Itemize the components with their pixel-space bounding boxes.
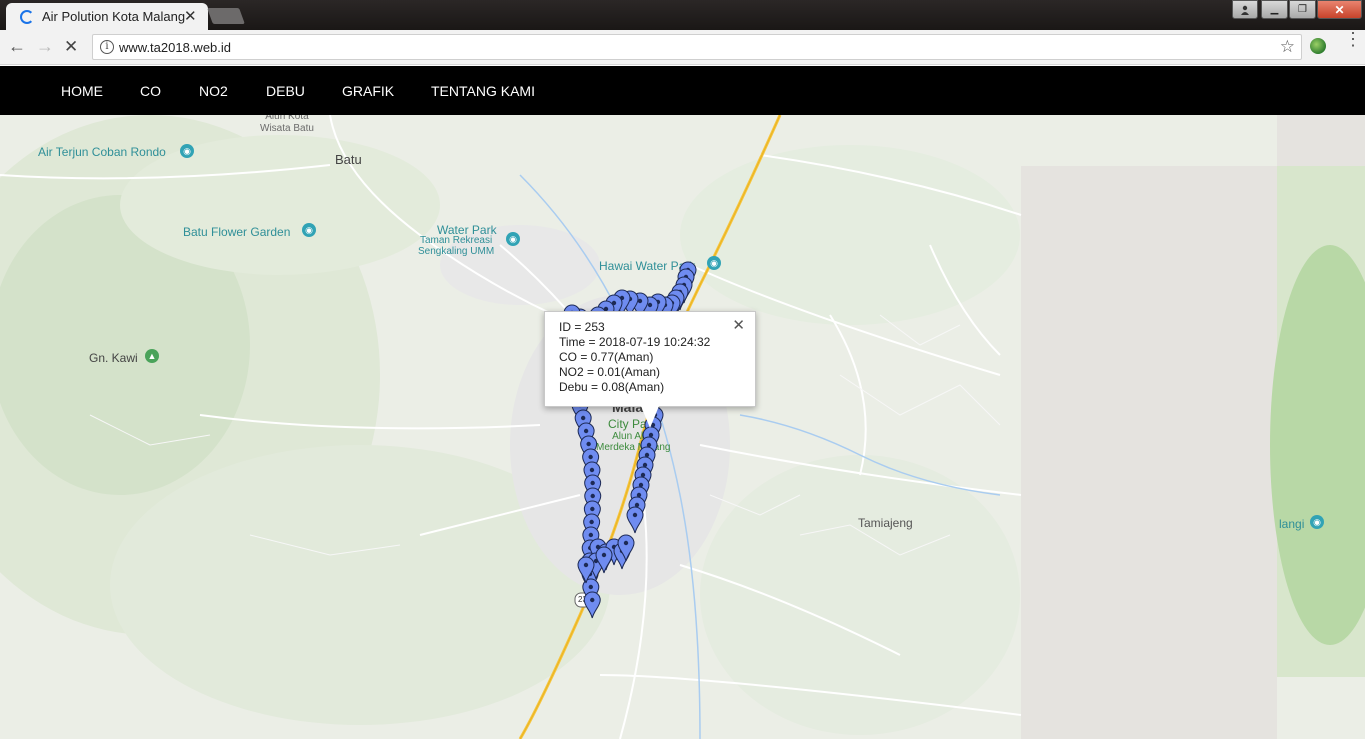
nav-home[interactable]: HOME	[61, 83, 103, 99]
minimize-button[interactable]: ▁	[1261, 0, 1288, 19]
close-window-button[interactable]: ✕	[1317, 0, 1362, 19]
tab-close-icon[interactable]: ✕	[184, 7, 197, 25]
tab-title: Air Polution Kota Malang	[42, 9, 186, 24]
nav-debu[interactable]: DEBU	[266, 83, 305, 99]
marker-layer	[563, 261, 697, 619]
loading-spinner-icon	[20, 10, 34, 24]
browser-menu-icon[interactable]: ⋮	[1344, 30, 1362, 48]
map-marker-pin[interactable]	[583, 591, 601, 619]
info-debu: Debu = 0.08(Aman)	[559, 380, 665, 394]
address-bar[interactable]: i www.ta2018.web.id ☆	[92, 34, 1302, 60]
info-time: Time = 2018-07-19 10:24:32	[559, 335, 711, 349]
new-tab-button[interactable]	[207, 8, 245, 24]
info-co: CO = 0.77(Aman)	[559, 350, 654, 364]
map-canvas[interactable]: Alun Kota Wisata Batu Air Terjun Coban R…	[0, 115, 1365, 739]
info-icon[interactable]: i	[100, 40, 114, 54]
info-no2: NO2 = 0.01(Aman)	[559, 365, 661, 379]
back-arrow-icon[interactable]: ←	[8, 36, 26, 57]
profile-button[interactable]	[1232, 0, 1258, 19]
nav-co[interactable]: CO	[140, 83, 161, 99]
nav-tentang-kami[interactable]: TENTANG KAMI	[431, 83, 535, 99]
extension-globe-icon[interactable]	[1310, 38, 1326, 54]
forward-arrow-icon[interactable]: →	[36, 36, 54, 57]
browser-tab[interactable]: Air Polution Kota Malang ✕	[6, 3, 208, 30]
nav-grafik[interactable]: GRAFIK	[342, 83, 394, 99]
info-window-tail	[641, 406, 659, 428]
bookmark-star-icon[interactable]: ☆	[1280, 37, 1295, 57]
map-marker-pin[interactable]	[626, 506, 644, 534]
url-text[interactable]: www.ta2018.web.id	[119, 40, 231, 55]
stop-loading-icon[interactable]: ✕	[64, 37, 78, 57]
user-icon	[1241, 5, 1249, 15]
info-window-close-icon[interactable]: ✕	[732, 316, 745, 334]
browser-titlebar: Air Polution Kota Malang ✕ ▁ ❐ ✕	[0, 0, 1365, 30]
nav-no2[interactable]: NO2	[199, 83, 228, 99]
site-navbar: HOME CO NO2 DEBU GRAFIK TENTANG KAMI	[0, 66, 1365, 115]
info-id: ID = 253	[559, 320, 605, 334]
maximize-button[interactable]: ❐	[1289, 0, 1316, 19]
browser-toolbar: ← → ✕ i www.ta2018.web.id ☆ ⋮	[0, 30, 1365, 65]
info-window: ID = 253 Time = 2018-07-19 10:24:32 CO =…	[544, 311, 756, 407]
